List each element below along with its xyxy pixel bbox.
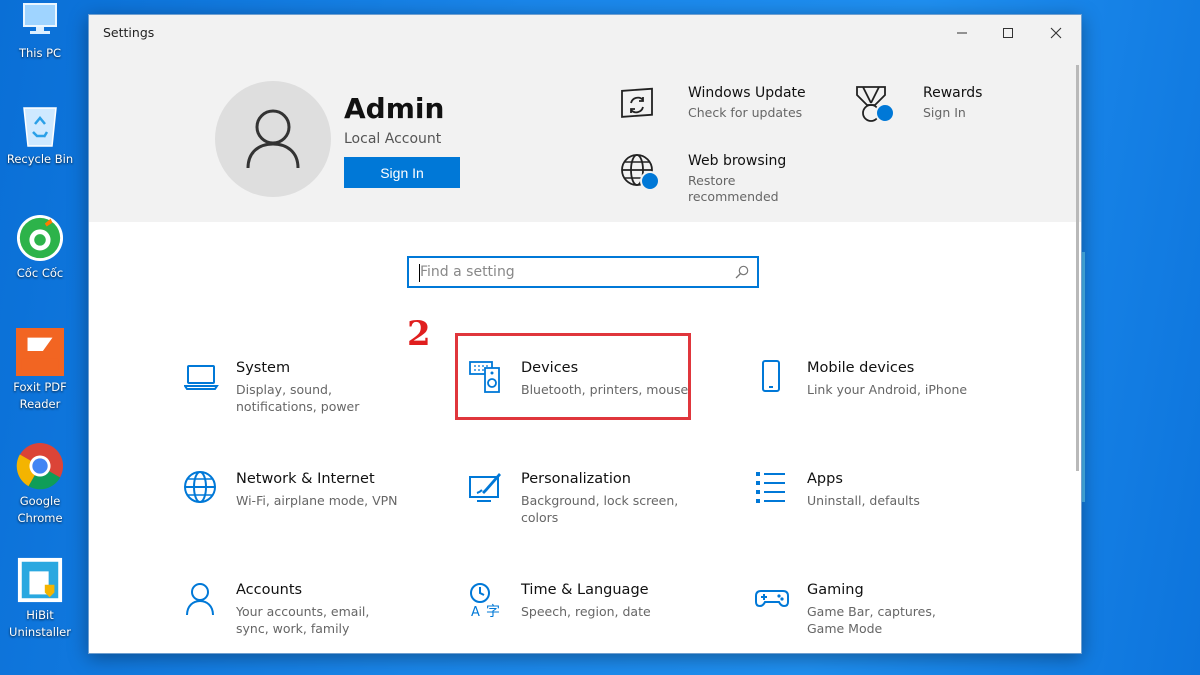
person-icon [186,583,214,616]
desktop-icon-label: This PC [18,46,62,60]
paint-icon [469,473,501,502]
notification-dot [640,171,660,191]
settings-window: Settings Admin Local Account Sign In Win… [88,14,1082,654]
svg-text:字: 字 [486,604,500,618]
apps-list-icon [756,472,785,503]
monitor-icon [16,0,64,42]
rewards-tile[interactable]: Rewards Sign In [855,85,1015,129]
notification-dot [875,103,895,123]
category-title: Accounts [236,582,303,598]
category-title: Network & Internet [236,471,375,487]
category-accounts[interactable]: Accounts Your accounts, email, sync, wor… [184,582,424,662]
devices-icon [469,361,500,393]
category-system[interactable]: System Display, sound, notifications, po… [184,360,424,440]
category-title: Time & Language [521,582,649,598]
desktop-icon-hibit-uninstaller[interactable]: HiBit Uninstaller [4,556,76,641]
hibit-uninstaller-icon [16,556,64,604]
category-subtitle: Link your Android, iPhone [807,382,968,397]
category-time-language[interactable]: A 字 Time & Language Speech, region, date [469,582,709,662]
laptop-icon [184,365,219,390]
category-subtitle: Your accounts, email, sync, work, family [236,604,370,636]
svg-text:A: A [471,605,480,618]
category-title: System [236,360,291,376]
desktop-icon-label: HiBit Uninstaller [9,608,71,639]
globe-icon [184,471,216,503]
tile-title: Windows Update [688,85,806,101]
avatar [215,81,331,197]
account-name: Admin [344,92,445,125]
user-avatar-icon [246,109,300,169]
desktop-icon-coc-coc[interactable]: Cốc Cốc [4,214,76,282]
desktop-icon-this-pc[interactable]: This PC [4,0,76,62]
account-type: Local Account [344,131,442,147]
desktop-icon-recycle-bin[interactable]: Recycle Bin [4,100,76,168]
category-title: Personalization [521,471,631,487]
desktop-icon-label: Google Chrome [17,494,63,525]
category-personalization[interactable]: Personalization Background, lock screen,… [469,471,709,551]
chrome-logo-icon [16,442,64,490]
desktop-icon-label: Recycle Bin [6,152,74,166]
category-subtitle: Speech, region, date [521,604,651,619]
category-subtitle: Game Bar, captures, Game Mode [807,604,936,636]
foxit-reader-logo-icon [16,328,64,376]
category-devices[interactable]: Devices Bluetooth, printers, mouse [469,360,709,440]
account-header: Admin Local Account Sign In Windows Upda… [89,51,1081,222]
tile-subtitle: Restore recommended [688,173,779,204]
category-mobile-devices[interactable]: Mobile devices Link your Android, iPhone [755,360,995,440]
minimize-button[interactable] [939,15,985,51]
window-title: Settings [103,25,155,40]
maximize-button[interactable] [985,15,1031,51]
scrollbar[interactable] [1076,65,1079,471]
tile-subtitle: Check for updates [688,105,803,120]
recycle-bin-icon [16,100,64,148]
category-subtitle: Bluetooth, printers, mouse [521,382,689,397]
category-subtitle: Uninstall, defaults [807,493,920,508]
category-subtitle: Background, lock screen, colors [521,493,679,525]
close-icon [1050,27,1062,39]
search-icon [735,265,749,279]
category-network-internet[interactable]: Network & Internet Wi-Fi, airplane mode,… [184,471,424,551]
category-title: Apps [807,471,843,487]
desktop-icon-foxit-reader[interactable]: Foxit PDF Reader [4,328,76,413]
desktop-icon-label: Foxit PDF Reader [13,380,67,411]
category-title: Devices [521,360,579,376]
category-subtitle: Display, sound, notifications, power [236,382,360,414]
category-gaming[interactable]: Gaming Game Bar, captures, Game Mode [755,582,995,662]
windows-update-tile[interactable]: Windows Update Check for updates [620,85,820,129]
coc-coc-logo-icon [16,214,64,262]
desktop-icon-google-chrome[interactable]: Google Chrome [4,442,76,527]
search-placeholder: Find a setting [420,264,515,280]
phone-icon [762,360,780,392]
tile-title: Rewards [923,85,983,101]
desktop-icon-label: Cốc Cốc [16,266,64,280]
sync-icon [621,87,653,118]
category-title: Gaming [807,582,864,598]
close-button[interactable] [1033,15,1079,51]
category-title: Mobile devices [807,360,915,376]
category-subtitle: Wi-Fi, airplane mode, VPN [236,493,398,508]
sign-in-button[interactable]: Sign In [344,157,460,188]
time-language-icon: A 字 [470,583,500,618]
gamepad-icon [755,590,789,608]
tile-title: Web browsing [688,153,787,169]
category-apps[interactable]: Apps Uninstall, defaults [755,471,995,551]
tile-subtitle: Sign In [923,105,966,120]
step-number-annotation: 2 [407,314,431,354]
web-browsing-tile[interactable]: Web browsing Restore recommended [620,153,820,207]
title-bar[interactable]: Settings [89,15,1081,51]
minimize-icon [957,32,967,34]
maximize-icon [1003,28,1013,38]
search-input[interactable]: Find a setting [407,256,759,288]
